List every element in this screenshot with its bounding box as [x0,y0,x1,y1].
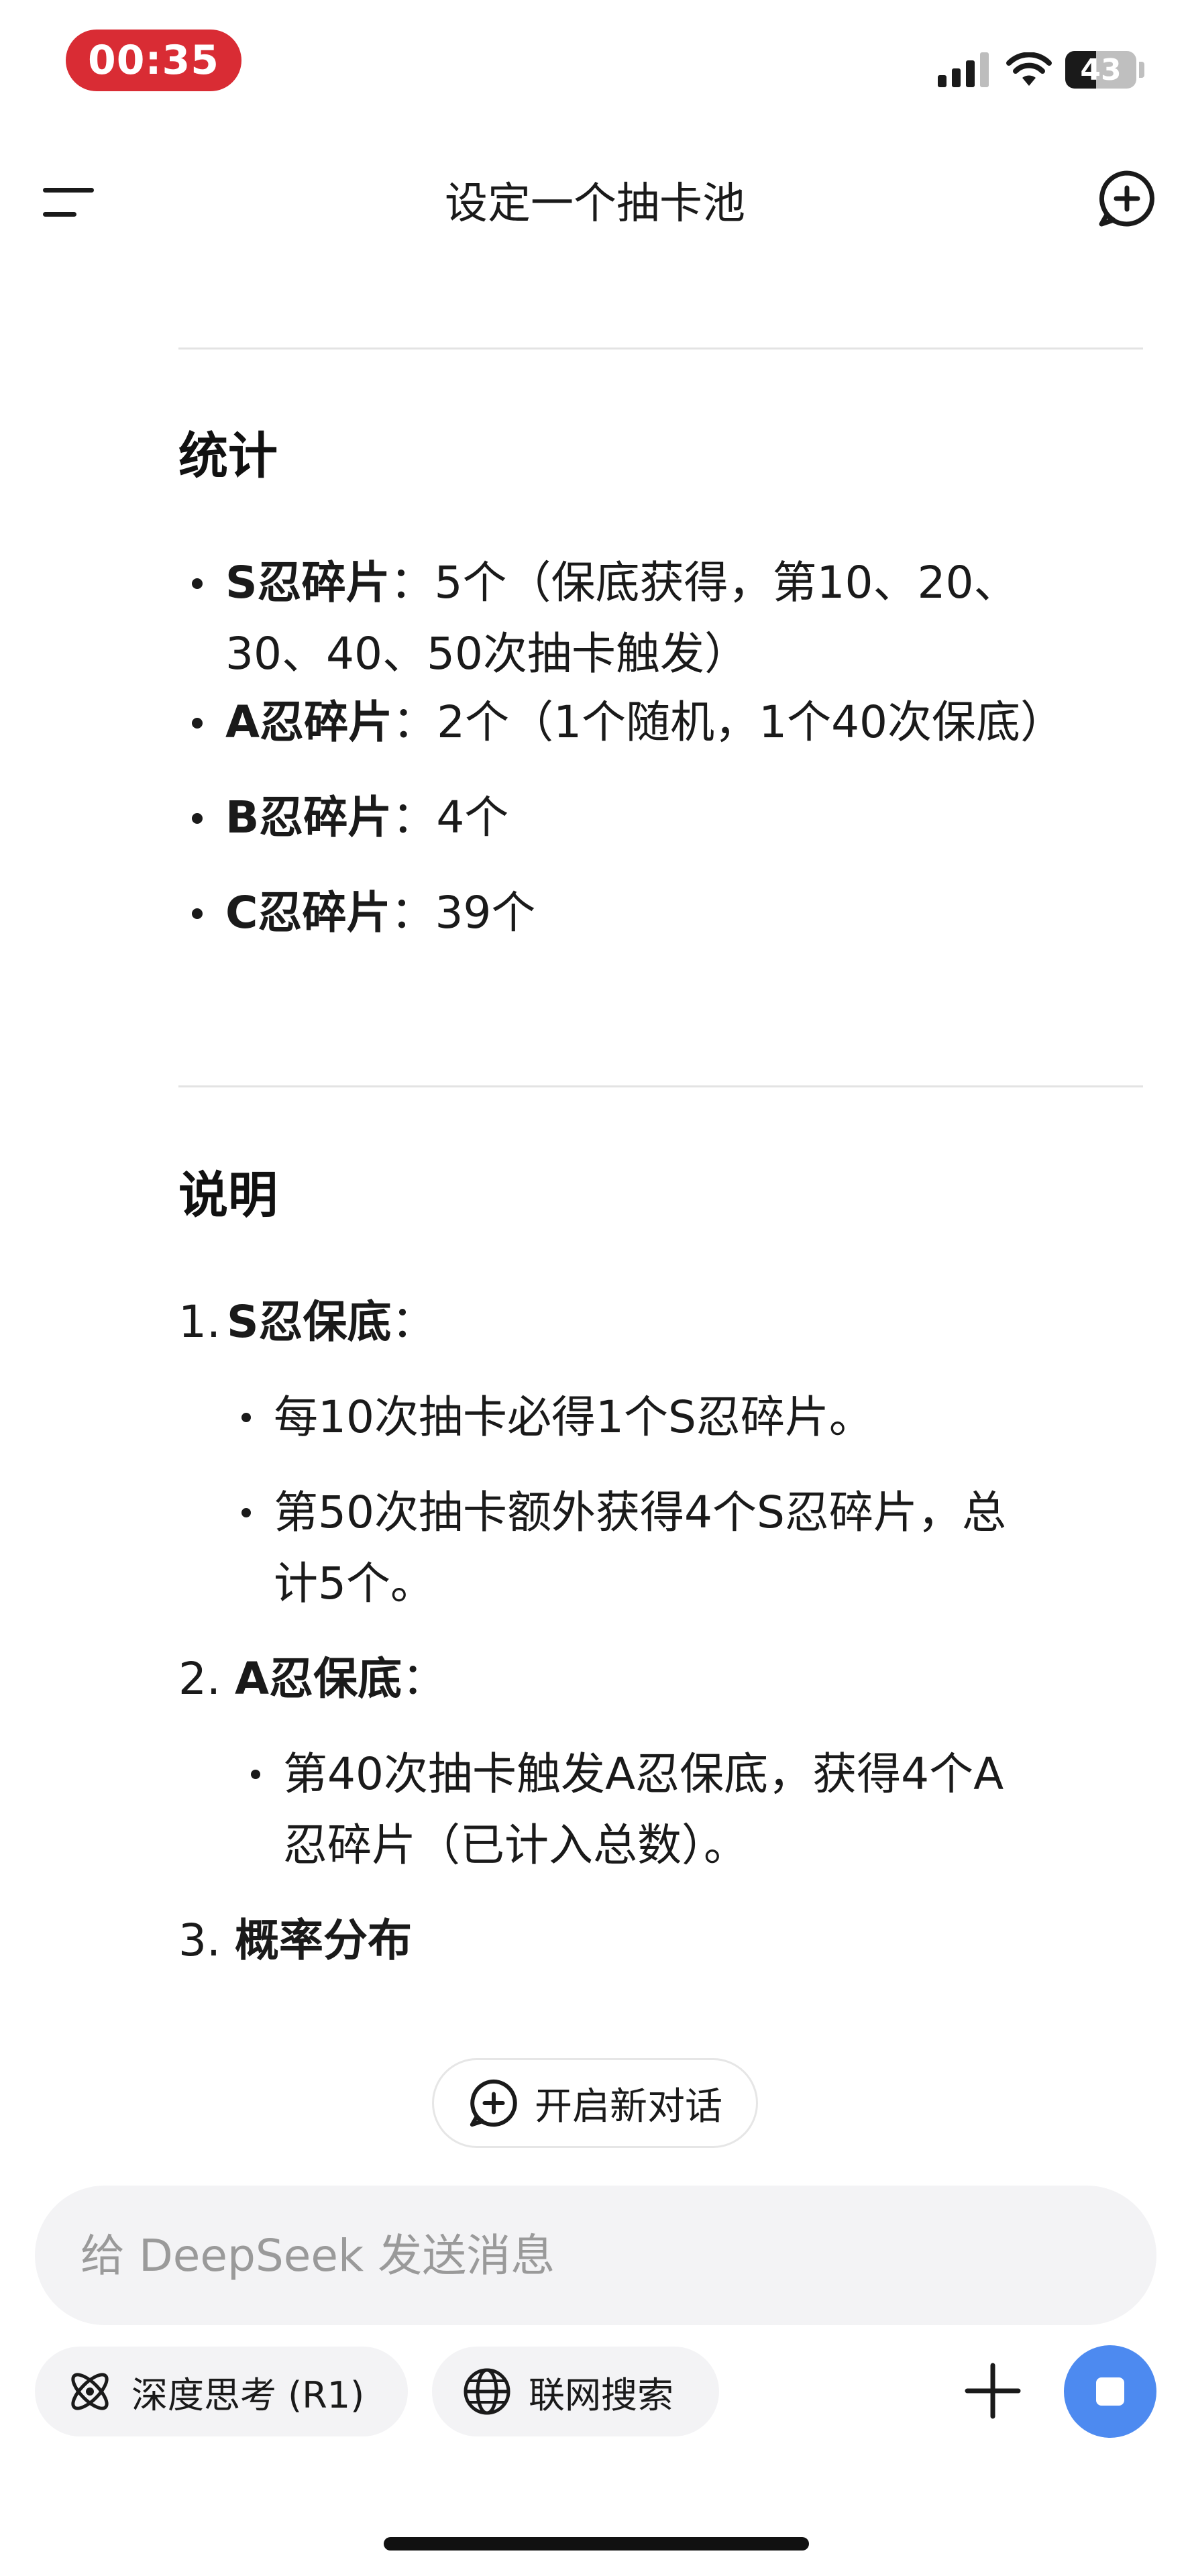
wifi-icon [1006,52,1052,86]
deep-think-toggle[interactable]: 深度思考 (R1) [35,2347,408,2436]
list-number: 3. [178,1915,221,1966]
message-composer [35,2186,1156,2325]
divider [178,1085,1143,1087]
sub-list-item: 每10次抽卡必得1个S忍碎片。 [274,1391,873,1443]
web-search-label: 联网搜索 [529,2373,673,2416]
sub-bullet [241,1413,251,1422]
atom-icon [71,2373,109,2410]
list-item: A忍碎片：2个（1个随机，1个40次保底） [225,696,1065,748]
sub-list-item: 第40次抽卡触发A忍保底，获得4个A [283,1748,1004,1800]
assistant-message: 统计 S忍碎片：5个（保底获得，第10、20、 30、40、50次抽卡触发） A… [178,275,1143,2019]
status-time: 00:35 [66,30,241,91]
notes-heading: 说明 [178,1167,278,1224]
new-chat-icon[interactable] [1096,168,1158,229]
globe-icon [464,2368,510,2415]
chat-plus-icon [470,2079,517,2127]
sub-bullet [241,1508,251,1517]
sub-list-item-continuation: 忍碎片（已计入总数）。 [283,1819,748,1871]
cellular-signal-icon [938,52,989,87]
list-item: S忍碎片：5个（保底获得，第10、20、 [225,557,1018,608]
bullet [192,908,203,919]
stats-heading: 统计 [178,427,278,485]
ordered-item-title: 概率分布 [235,1915,412,1966]
list-item-continuation: 30、40、50次抽卡触发） [225,628,749,680]
chat-screen: 00:35 43 设定一个抽卡池 统计 S忍碎片：5个（保底获得，第10、20、… [0,0,1190,2576]
bullet [192,578,203,589]
stop-generation-button[interactable] [1064,2345,1156,2438]
deep-think-label: 深度思考 (R1) [131,2373,365,2416]
home-indicator [384,2537,809,2551]
ordered-item-title: A忍保底： [235,1653,447,1705]
app-header: 设定一个抽卡池 [0,127,1190,275]
list-item: C忍碎片：39个 [225,887,536,938]
battery-icon: 43 [1065,51,1136,89]
ordered-item-title: S忍保底： [227,1296,436,1348]
conversation-title: 设定一个抽卡池 [445,179,745,229]
battery-cap [1139,62,1144,78]
list-item: B忍碎片：4个 [225,792,509,843]
bullet [192,813,203,824]
new-conversation-label: 开启新对话 [535,2084,722,2129]
divider [178,347,1143,350]
bullet [192,718,203,729]
web-search-toggle[interactable]: 联网搜索 [432,2347,719,2436]
battery-level: 43 [1080,52,1122,87]
new-conversation-button[interactable]: 开启新对话 [432,2058,758,2148]
plus-icon[interactable] [961,2359,1025,2423]
stop-icon [1096,2377,1124,2406]
sub-list-item-continuation: 计5个。 [274,1558,435,1609]
sub-bullet [251,1770,260,1779]
message-input[interactable] [80,2186,1114,2325]
list-number: 1. [178,1296,221,1348]
sub-list-item: 第50次抽卡额外获得4个S忍碎片，总 [274,1487,1006,1538]
list-number: 2. [178,1653,221,1705]
status-bar: 00:35 43 [0,0,1190,127]
